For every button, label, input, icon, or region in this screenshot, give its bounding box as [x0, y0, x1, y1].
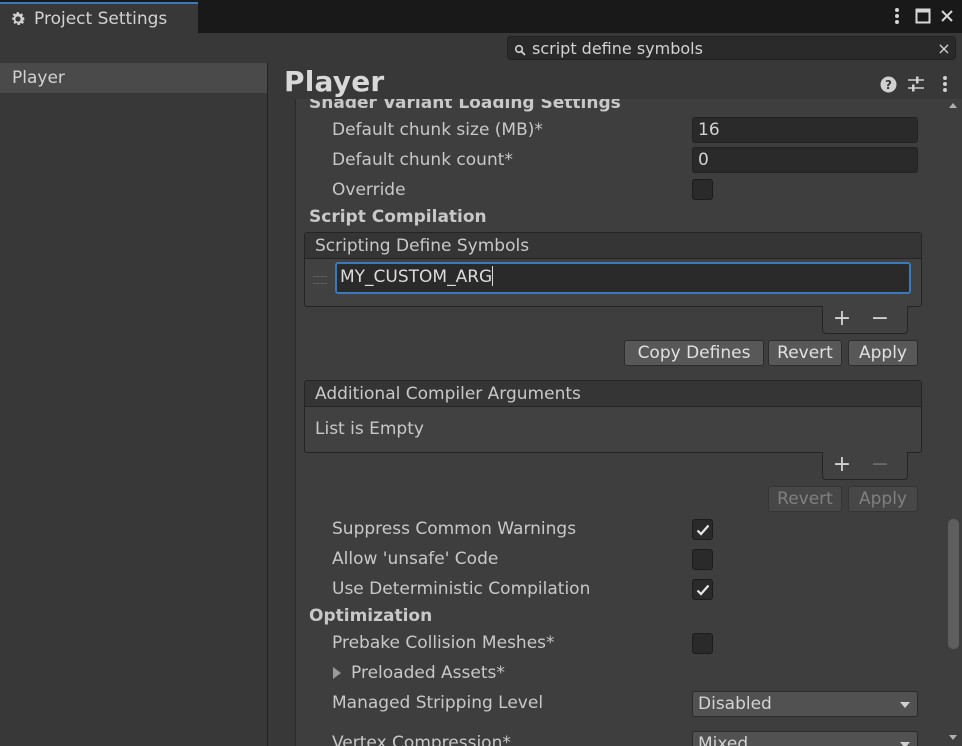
scrollbar-thumb[interactable]	[948, 519, 959, 649]
close-icon[interactable]	[936, 5, 958, 27]
row-override: Override	[296, 176, 945, 206]
preloaded-assets-label: Preloaded Assets*	[351, 663, 505, 683]
copy-defines-button[interactable]: Copy Defines	[624, 340, 764, 366]
apply-defines-button[interactable]: Apply	[848, 340, 918, 366]
title-bar: Project Settings	[0, 0, 962, 33]
list-item: MY_CUSTOM_ARG	[305, 259, 921, 303]
define-symbol-input[interactable]: MY_CUSTOM_ARG	[335, 262, 911, 294]
suppress-warnings-checkbox[interactable]	[692, 519, 713, 540]
preset-sliders-icon[interactable]	[906, 74, 926, 94]
row-deterministic: Use Deterministic Compilation	[296, 575, 945, 605]
search-bar: script define symbols ×	[0, 33, 962, 63]
define-symbols-list: Scripting Define Symbols MY_CUSTOM_ARG	[304, 232, 922, 307]
more-options-icon[interactable]	[935, 74, 955, 94]
row-chunk-size: Default chunk size (MB)* 16	[296, 116, 945, 146]
window-title: Project Settings	[34, 8, 168, 29]
foldout-arrow-icon[interactable]	[333, 667, 341, 679]
clear-search-icon[interactable]: ×	[933, 39, 955, 58]
override-checkbox[interactable]	[692, 179, 713, 200]
revert-arguments-button[interactable]: Revert	[768, 486, 842, 512]
define-symbols-footer: + −	[822, 306, 908, 334]
deterministic-checkbox[interactable]	[692, 579, 713, 600]
deterministic-label: Use Deterministic Compilation	[332, 579, 591, 599]
add-argument-button[interactable]: +	[830, 454, 854, 476]
scroll-up-icon[interactable]	[949, 103, 957, 108]
compiler-args-list: Additional Compiler Arguments List is Em…	[304, 380, 922, 453]
row-vertex-compression: Vertex Compression* Mixed...	[296, 729, 945, 746]
prebake-label: Prebake Collision Meshes*	[332, 633, 555, 653]
row-chunk-count: Default chunk count* 0	[296, 146, 945, 176]
gear-icon	[8, 9, 28, 29]
compiler-args-empty: List is Empty	[315, 419, 424, 439]
sidebar-item-player[interactable]: Player	[0, 63, 267, 93]
checkmark-icon	[696, 584, 709, 596]
settings-header: Player ?	[269, 63, 962, 99]
suppress-warnings-label: Suppress Common Warnings	[332, 519, 577, 539]
search-value: script define symbols	[532, 38, 703, 58]
row-stripping-level: Managed Stripping Level Disabled	[296, 689, 945, 719]
svg-text:?: ?	[885, 78, 892, 92]
add-define-button[interactable]: +	[830, 308, 854, 330]
text-caret	[492, 266, 494, 286]
row-suppress-warnings: Suppress Common Warnings	[296, 515, 945, 545]
sidebar: Player	[0, 63, 268, 746]
row-preloaded-assets[interactable]: Preloaded Assets*	[296, 659, 945, 689]
define-symbols-header: Scripting Define Symbols	[305, 233, 921, 259]
page-title: Player	[284, 65, 385, 98]
chunk-size-field[interactable]: 16	[692, 117, 918, 143]
allow-unsafe-checkbox[interactable]	[692, 549, 713, 570]
apply-arguments-button[interactable]: Apply	[848, 486, 918, 512]
remove-argument-button[interactable]: −	[868, 454, 892, 476]
drag-handle-icon[interactable]	[313, 276, 327, 284]
chevron-down-icon	[900, 742, 910, 746]
help-icon[interactable]: ?	[878, 74, 898, 94]
vertex-compression-dropdown[interactable]: Mixed...	[692, 731, 918, 746]
chunk-size-label: Default chunk size (MB)*	[332, 120, 543, 140]
allow-unsafe-label: Allow 'unsafe' Code	[332, 549, 499, 569]
compiler-args-header: Additional Compiler Arguments	[305, 381, 921, 407]
chevron-down-icon	[900, 702, 910, 708]
sidebar-item-label: Player	[12, 68, 65, 88]
row-allow-unsafe: Allow 'unsafe' Code	[296, 545, 945, 575]
kebab-menu-icon[interactable]	[886, 5, 908, 27]
compiler-args-footer: + −	[822, 452, 908, 480]
search-input[interactable]: script define symbols ×	[507, 36, 956, 60]
tab-project-settings[interactable]: Project Settings	[0, 2, 198, 33]
stripping-level-value: Disabled	[698, 694, 772, 714]
stripping-level-label: Managed Stripping Level	[332, 693, 544, 713]
revert-defines-button[interactable]: Revert	[768, 340, 842, 366]
checkmark-icon	[696, 524, 709, 536]
section-optimization: Optimization	[309, 606, 433, 626]
stripping-level-dropdown[interactable]: Disabled	[692, 691, 918, 717]
row-prebake: Prebake Collision Meshes*	[296, 629, 945, 659]
section-shader-variant: Shader Variant Loading Settings	[309, 99, 621, 113]
chunk-count-field[interactable]: 0	[692, 147, 918, 173]
player-settings-panel: Shader Variant Loading Settings Default …	[295, 99, 945, 746]
remove-define-button[interactable]: −	[868, 308, 892, 330]
scroll-down-icon[interactable]	[949, 735, 957, 740]
vertex-compression-value: Mixed...	[698, 734, 765, 746]
vertex-compression-label: Vertex Compression*	[332, 733, 511, 746]
search-icon	[514, 41, 528, 56]
maximize-icon[interactable]	[912, 5, 934, 27]
section-script-compilation: Script Compilation	[309, 207, 487, 227]
vertical-scrollbar[interactable]	[945, 99, 962, 746]
settings-content: Shader Variant Loading Settings Default …	[269, 99, 945, 746]
prebake-checkbox[interactable]	[692, 633, 713, 654]
define-symbol-value: MY_CUSTOM_ARG	[340, 267, 493, 287]
override-label: Override	[332, 180, 406, 200]
chunk-count-label: Default chunk count*	[332, 150, 513, 170]
